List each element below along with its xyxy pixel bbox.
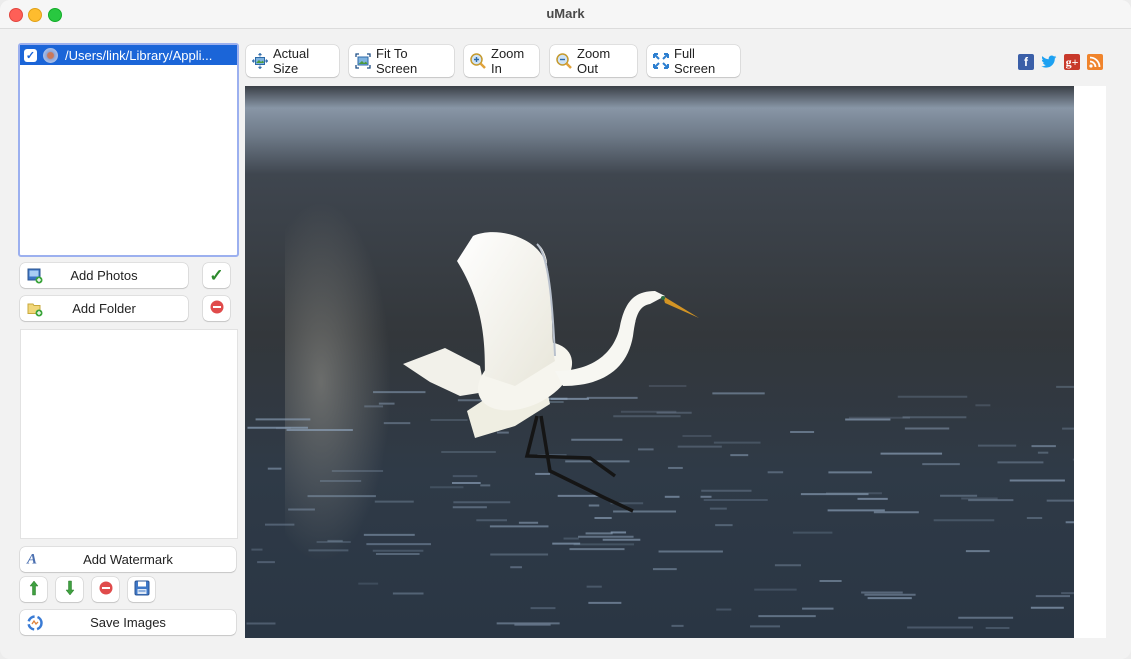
floppy-disk-icon [134,580,150,599]
file-path: /Users/link/Library/Appli... [65,47,213,63]
move-down-button[interactable] [56,577,83,602]
add-photos-label: Add Photos [70,268,138,283]
save-images-button[interactable]: Save Images [20,610,236,635]
social-links: f g+ [1018,54,1103,70]
save-images-icon [27,614,43,631]
arrow-down-icon [64,580,75,599]
delete-watermark-button[interactable] [92,577,119,602]
folder-add-icon [27,301,43,317]
save-watermark-button[interactable] [128,577,155,602]
checkmark-icon: ✓ [209,265,224,285]
window-title: uMark [546,6,585,21]
file-checkbox[interactable]: ✓ [24,48,37,62]
twitter-icon[interactable] [1041,54,1057,70]
text-watermark-icon: A [27,551,38,567]
zoom-out-button[interactable]: Zoom Out [550,45,637,77]
full-screen-label: Full Screen [674,46,716,76]
full-screen-button[interactable]: Full Screen [647,45,740,77]
arrow-up-icon [28,580,39,599]
zoom-in-icon [470,53,486,69]
check-all-button[interactable]: ✓ [203,263,230,288]
add-photos-button[interactable]: Add Photos [20,263,188,288]
photo-file-list[interactable]: ✓ /Users/link/Library/Appli... [18,43,239,257]
zoom-in-label: Zoom In [491,46,525,76]
rss-icon[interactable] [1087,54,1103,70]
app-window: uMark ✓ /Users/link/Library/Appli... Add… [0,0,1131,659]
actual-size-button[interactable]: Actual Size [246,45,339,77]
remove-icon [99,581,113,598]
actual-size-icon [252,53,268,69]
zoom-out-icon [556,53,572,69]
facebook-icon[interactable]: f [1018,54,1034,70]
preview-image[interactable] [245,86,1074,638]
zoom-in-button[interactable]: Zoom In [464,45,539,77]
zoom-out-label: Zoom Out [577,46,611,76]
save-images-label: Save Images [90,615,166,630]
fit-to-screen-icon [355,53,371,69]
watermark-list[interactable] [20,329,238,539]
google-plus-icon[interactable]: g+ [1064,54,1080,70]
title-bar: uMark [0,0,1131,29]
actual-size-label: Actual Size [273,46,310,76]
add-folder-label: Add Folder [72,301,136,316]
move-up-button[interactable] [20,577,47,602]
remove-photo-button[interactable] [203,296,230,321]
fit-to-screen-button[interactable]: Fit To Screen [349,45,454,77]
file-type-icon [43,47,58,63]
image-add-icon [27,268,43,284]
fit-to-screen-label: Fit To Screen [376,46,418,76]
file-list-item[interactable]: ✓ /Users/link/Library/Appli... [20,45,237,65]
full-screen-icon [653,53,669,69]
remove-icon [210,300,224,317]
add-folder-button[interactable]: Add Folder [20,296,188,321]
add-watermark-label: Add Watermark [83,552,173,567]
add-watermark-button[interactable]: A Add Watermark [20,547,236,572]
